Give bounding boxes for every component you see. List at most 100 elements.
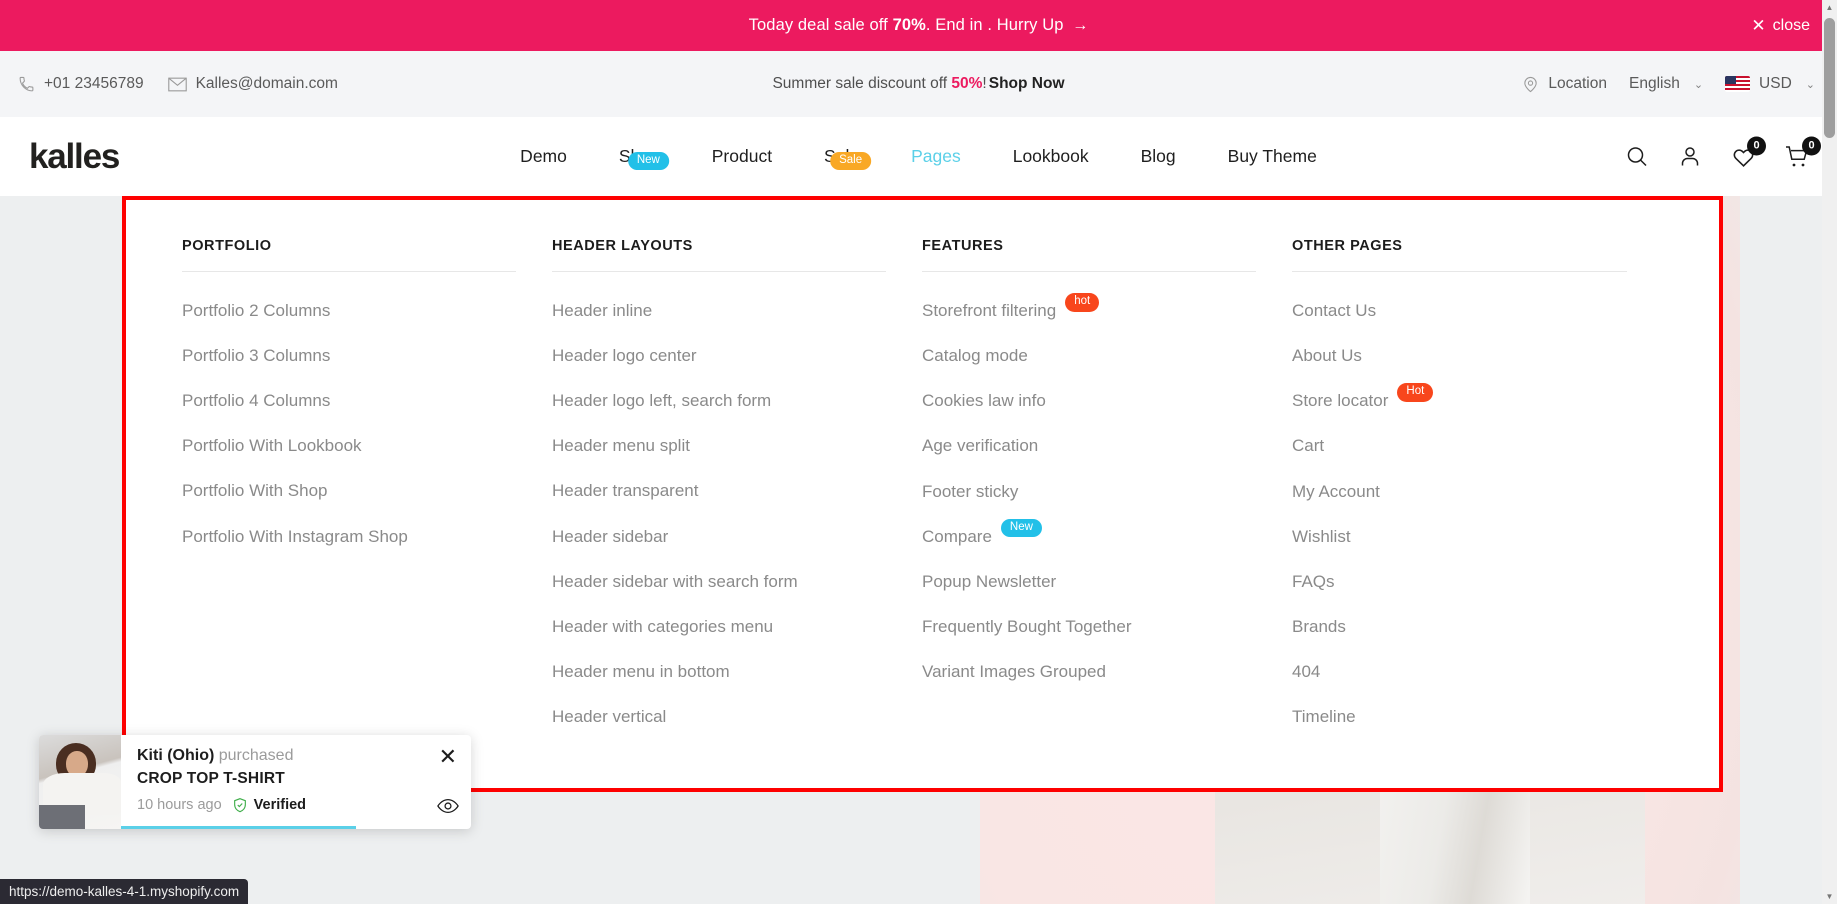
mega-link-label: Portfolio With Shop bbox=[182, 481, 328, 501]
nav-item-lookbook[interactable]: Lookbook bbox=[987, 146, 1115, 167]
mega-link-age-verification[interactable]: Age verification bbox=[922, 424, 1256, 469]
mega-link-cart[interactable]: Cart bbox=[1292, 424, 1627, 469]
notification-timestamp: 10 hours ago bbox=[137, 796, 222, 813]
scroll-up-arrow-icon[interactable]: ▲ bbox=[1822, 0, 1837, 15]
mega-link-header-logo-left-search-form[interactable]: Header logo left, search form bbox=[552, 379, 886, 424]
shop-now-link[interactable]: Shop Now bbox=[989, 75, 1065, 92]
info-bar: +01 23456789 Kalles@domain.com Summer sa… bbox=[0, 51, 1837, 117]
search-icon[interactable] bbox=[1625, 145, 1649, 169]
nav-item-pages[interactable]: Pages bbox=[885, 146, 987, 167]
promo-close-button[interactable]: ✕ close bbox=[1751, 17, 1810, 35]
mega-link-portfolio-3-columns[interactable]: Portfolio 3 Columns bbox=[182, 334, 516, 379]
mega-link-label: Header sidebar bbox=[552, 526, 669, 546]
page-scrollbar[interactable]: ▲ ▼ bbox=[1822, 0, 1837, 904]
mega-link-footer-sticky[interactable]: Footer sticky bbox=[922, 469, 1256, 514]
mega-link-faqs[interactable]: FAQs bbox=[1292, 559, 1627, 604]
nav-item-buy-theme[interactable]: Buy Theme bbox=[1202, 146, 1343, 167]
mega-link-popup-newsletter[interactable]: Popup Newsletter bbox=[922, 560, 1256, 605]
notification-product-thumbnail bbox=[39, 735, 121, 829]
mega-link-label: Header logo left, search form bbox=[552, 391, 772, 411]
cart-icon[interactable]: 0 bbox=[1785, 136, 1821, 169]
mega-link-store-locator[interactable]: Store locator Hot bbox=[1292, 379, 1627, 424]
language-label: English bbox=[1628, 75, 1680, 92]
mega-link-label: FAQs bbox=[1292, 571, 1335, 591]
nav-item-blog[interactable]: Blog bbox=[1115, 146, 1202, 167]
mega-link-label: About Us bbox=[1292, 346, 1362, 366]
nav-item-product[interactable]: Product bbox=[686, 146, 798, 167]
notification-product-name[interactable]: CROP TOP T-SHIRT bbox=[137, 770, 457, 788]
mega-link-contact-us[interactable]: Contact Us bbox=[1292, 289, 1627, 334]
mega-link-label: Catalog mode bbox=[922, 346, 1028, 366]
mega-link-brands[interactable]: Brands bbox=[1292, 605, 1627, 650]
notification-preview-eye-icon[interactable] bbox=[437, 797, 459, 815]
mega-link-label: Contact Us bbox=[1292, 301, 1377, 321]
mega-link-frequently-bought-together[interactable]: Frequently Bought Together bbox=[922, 605, 1256, 650]
mega-link-cookies-law-info[interactable]: Cookies law info bbox=[922, 379, 1256, 424]
mega-link-label: Header inline bbox=[552, 301, 653, 321]
mega-link-my-account[interactable]: My Account bbox=[1292, 469, 1627, 514]
mega-link-label: Brands bbox=[1292, 616, 1346, 636]
mega-link-label: Header menu in bottom bbox=[552, 661, 730, 681]
mega-link-header-sidebar[interactable]: Header sidebar bbox=[552, 514, 886, 559]
location-selector[interactable]: Location bbox=[1522, 75, 1607, 93]
notification-close-button[interactable]: ✕ bbox=[439, 746, 457, 768]
announcement-pre: Summer sale discount off bbox=[772, 75, 952, 92]
wishlist-icon[interactable]: 0 bbox=[1731, 136, 1766, 169]
mega-link-portfolio-with-instagram-shop[interactable]: Portfolio With Instagram Shop bbox=[182, 514, 516, 559]
mega-link-header-vertical[interactable]: Header vertical bbox=[552, 695, 886, 740]
notification-verified: Verified bbox=[232, 797, 306, 813]
header-icon-group: 0 0 bbox=[1625, 136, 1821, 169]
mega-link-timeline[interactable]: Timeline bbox=[1292, 695, 1627, 740]
nav-badge-new: New bbox=[627, 152, 669, 171]
mega-link-404[interactable]: 404 bbox=[1292, 650, 1627, 695]
nav-item-label: Blog bbox=[1140, 146, 1176, 166]
mega-link-header-menu-split[interactable]: Header menu split bbox=[552, 424, 886, 469]
mega-link-header-transparent[interactable]: Header transparent bbox=[552, 469, 886, 514]
account-icon[interactable] bbox=[1678, 145, 1702, 169]
language-selector[interactable]: English ⌄ bbox=[1629, 75, 1703, 93]
notification-progress-bar bbox=[121, 826, 356, 829]
nav-item-label: Demo bbox=[520, 146, 567, 166]
mega-link-header-logo-center[interactable]: Header logo center bbox=[552, 334, 886, 379]
nav-item-label: Lookbook bbox=[1012, 146, 1089, 166]
mega-link-portfolio-2-columns[interactable]: Portfolio 2 Columns bbox=[182, 289, 516, 334]
announcement-percent: 50% bbox=[951, 75, 983, 92]
mega-link-label: Portfolio 4 Columns bbox=[182, 391, 331, 411]
mega-link-portfolio-with-shop[interactable]: Portfolio With Shop bbox=[182, 469, 516, 514]
mega-link-storefront-filtering[interactable]: Storefront filtering hot bbox=[922, 289, 1256, 334]
mega-link-label: Cart bbox=[1292, 436, 1325, 456]
mega-column-portfolio: PORTFOLIO Portfolio 2 Columns Portfolio 3 … bbox=[182, 238, 552, 792]
mega-link-portfolio-with-lookbook[interactable]: Portfolio With Lookbook bbox=[182, 424, 516, 469]
page-root: Today deal sale off 70%. End in . Hurry … bbox=[0, 0, 1837, 904]
mega-link-label: Wishlist bbox=[1292, 526, 1351, 546]
mega-link-compare[interactable]: Compare New bbox=[922, 514, 1256, 559]
nav-item-shop[interactable]: NewShop bbox=[593, 146, 686, 171]
mega-link-portfolio-4-columns[interactable]: Portfolio 4 Columns bbox=[182, 379, 516, 424]
chevron-down-icon: ⌄ bbox=[1805, 78, 1815, 91]
promo-text: Today deal sale off 70%. End in . Hurry … bbox=[749, 16, 1089, 35]
scrollbar-thumb[interactable] bbox=[1824, 18, 1835, 138]
mega-link-variant-images-grouped[interactable]: Variant Images Grouped bbox=[922, 650, 1256, 695]
mega-link-header-menu-in-bottom[interactable]: Header menu in bottom bbox=[552, 650, 886, 695]
mega-link-header-inline[interactable]: Header inline bbox=[552, 289, 886, 334]
mega-link-about-us[interactable]: About Us bbox=[1292, 334, 1627, 379]
notification-action: purchased bbox=[214, 747, 294, 764]
currency-selector[interactable]: USD ⌄ bbox=[1725, 75, 1815, 93]
nav-item-sale[interactable]: SaleSale bbox=[798, 146, 885, 171]
mega-link-label: Timeline bbox=[1292, 706, 1356, 726]
mega-link-catalog-mode[interactable]: Catalog mode bbox=[922, 334, 1256, 379]
mega-link-label: Compare bbox=[922, 526, 992, 546]
verified-label: Verified bbox=[253, 796, 307, 813]
verified-shield-icon bbox=[232, 797, 248, 813]
mega-link-wishlist[interactable]: Wishlist bbox=[1292, 514, 1627, 559]
mega-link-header-sidebar-with-search-form[interactable]: Header sidebar with search form bbox=[552, 559, 886, 604]
scroll-down-arrow-icon[interactable]: ▼ bbox=[1822, 889, 1837, 904]
site-logo[interactable]: kalles bbox=[29, 137, 120, 177]
mega-link-header-with-categories-menu[interactable]: Header with categories menu bbox=[552, 604, 886, 649]
nav-item-label: Product bbox=[711, 146, 773, 166]
nav-item-demo[interactable]: Demo bbox=[494, 146, 593, 167]
mega-link-label: Storefront filtering bbox=[922, 301, 1057, 321]
promo-arrow-icon: → bbox=[1072, 17, 1089, 34]
location-pin-icon bbox=[1522, 76, 1539, 93]
mega-link-label: Age verification bbox=[922, 436, 1039, 456]
